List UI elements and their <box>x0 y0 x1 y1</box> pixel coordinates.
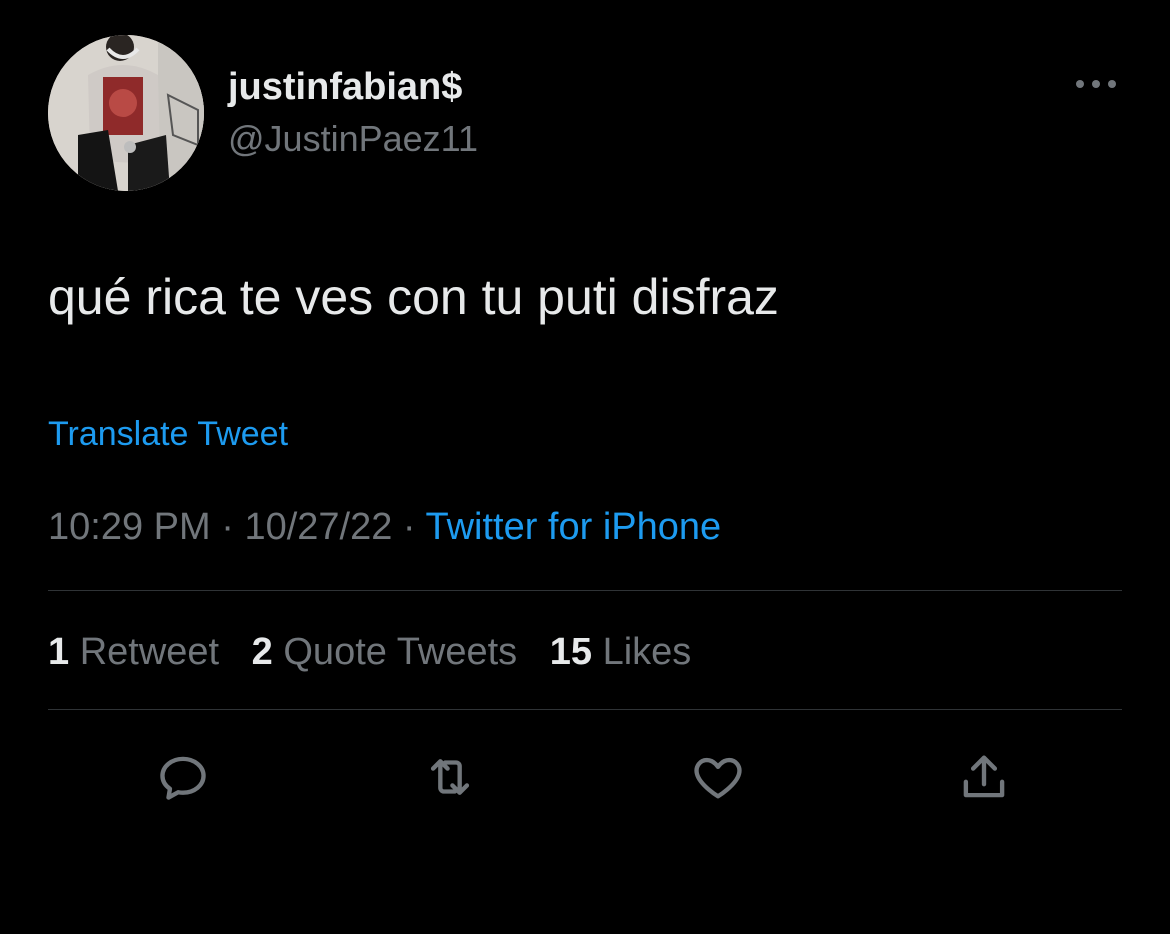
more-options-button[interactable] <box>1068 64 1124 104</box>
meta-separator: · <box>221 506 234 548</box>
likes-stat[interactable]: 15 Likes <box>550 631 692 673</box>
like-button[interactable] <box>686 745 750 809</box>
display-name[interactable]: justinfabian$ <box>228 64 462 110</box>
divider <box>48 709 1122 710</box>
retweets-stat[interactable]: 1 Retweet <box>48 631 219 673</box>
tweet-source-link[interactable]: Twitter for iPhone <box>425 506 721 548</box>
tweet-meta: 10:29 PM · 10/27/22 · Twitter for iPhone <box>48 503 721 551</box>
tweet-text: qué rica te ves con tu puti disfraz <box>48 269 779 325</box>
quote-tweets-stat[interactable]: 2 Quote Tweets <box>252 631 517 673</box>
likes-label: Likes <box>602 631 692 673</box>
meta-separator: · <box>402 506 416 548</box>
tweet-time[interactable]: 10:29 PM <box>48 506 211 548</box>
heart-icon <box>694 757 742 799</box>
tweet-stats: 1 Retweet 2 Quote Tweets 15 Likes <box>48 628 713 676</box>
retweets-count: 1 <box>48 631 70 673</box>
likes-count: 15 <box>549 631 592 673</box>
share-button[interactable] <box>952 745 1016 809</box>
more-icon <box>1076 80 1116 88</box>
quotes-label: Quote Tweets <box>283 631 518 673</box>
reply-button[interactable] <box>151 745 215 809</box>
tweet-date[interactable]: 10/27/22 <box>244 506 392 548</box>
retweet-icon <box>430 759 470 795</box>
share-icon <box>963 755 1005 798</box>
quotes-count: 2 <box>251 631 273 673</box>
profile-photo-icon <box>48 35 204 191</box>
retweets-label: Retweet <box>79 631 220 673</box>
avatar[interactable] <box>48 35 204 191</box>
user-handle[interactable]: @JustinPaez11 <box>228 117 478 161</box>
retweet-button[interactable] <box>418 745 482 809</box>
translate-tweet-link[interactable]: Translate Tweet <box>48 412 288 456</box>
divider <box>48 590 1122 591</box>
reply-icon <box>160 756 206 800</box>
